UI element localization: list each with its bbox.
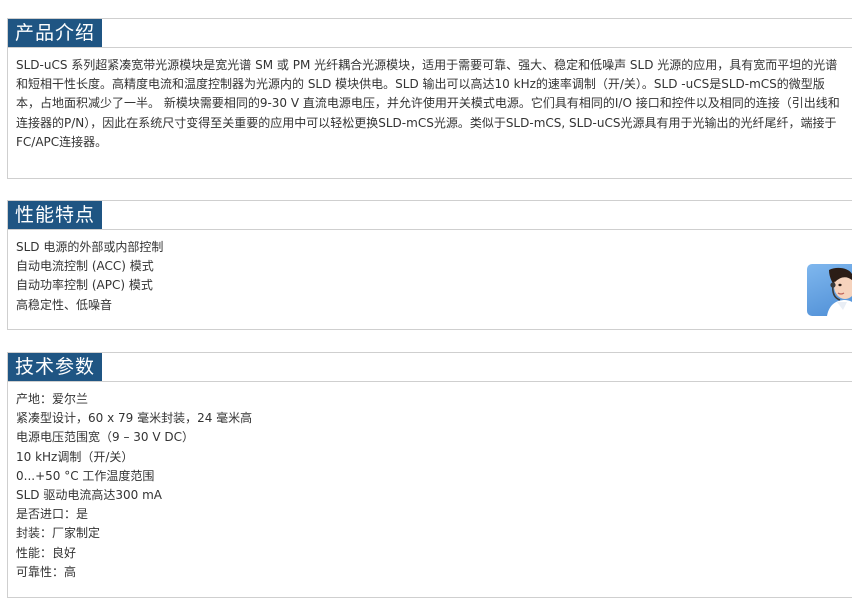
- spec-item: 是否进口：是: [16, 507, 89, 522]
- spec-item: 0...+50 °C 工作温度范围: [16, 468, 155, 483]
- spec-item: SLD 驱动电流高达300 mA: [16, 488, 162, 503]
- specs-section-title: 技术参数: [8, 353, 103, 381]
- spec-item: 10 kHz调制（开/关）: [16, 449, 134, 464]
- intro-title-divider: [8, 47, 852, 48]
- spec-item: 产地：爱尔兰: [16, 392, 89, 406]
- specs-section: 技术参数 产地：爱尔兰 紧凑型设计，60 x 79 毫米封装，24 毫米高 电源…: [7, 352, 852, 598]
- feature-item: SLD 电源的外部或内部控制: [16, 240, 164, 254]
- customer-service-icon: [827, 267, 852, 316]
- features-section: 性能特点 SLD 电源的外部或内部控制 自动电流控制 (ACC) 模式 自动功率…: [7, 200, 852, 330]
- feature-item: 高稳定性、低噪音: [16, 297, 113, 312]
- features-title-divider: [8, 229, 852, 230]
- spec-item: 紧凑型设计，60 x 79 毫米封装，24 毫米高: [16, 411, 253, 426]
- spec-item: 电源电压范围宽（9 – 30 V DC）: [16, 430, 194, 445]
- features-section-title: 性能特点: [8, 201, 103, 229]
- specs-title-divider: [8, 381, 852, 382]
- intro-section-body: SLD-uCS 系列超紧凑宽带光源模块是宽光谱 SM 或 PM 光纤耦合光源模块…: [16, 56, 842, 152]
- spec-item: 封装：厂家制定: [16, 526, 101, 541]
- feature-item: 自动电流控制 (ACC) 模式: [16, 259, 154, 274]
- feature-item: 自动功率控制 (APC) 模式: [16, 278, 153, 293]
- spec-item: 性能：良好: [16, 545, 77, 560]
- intro-section-title: 产品介绍: [8, 19, 103, 47]
- intro-paragraph: SLD-uCS 系列超紧凑宽带光源模块是宽光谱 SM 或 PM 光纤耦合光源模块…: [16, 58, 840, 149]
- customer-service-widget[interactable]: [807, 264, 852, 316]
- specs-section-body: 产地：爱尔兰 紧凑型设计，60 x 79 毫米封装，24 毫米高 电源电压范围宽…: [16, 390, 842, 582]
- spec-item: 可靠性：高: [16, 564, 77, 579]
- features-section-body: SLD 电源的外部或内部控制 自动电流控制 (ACC) 模式 自动功率控制 (A…: [16, 238, 842, 315]
- intro-section: 产品介绍 SLD-uCS 系列超紧凑宽带光源模块是宽光谱 SM 或 PM 光纤耦…: [7, 18, 852, 179]
